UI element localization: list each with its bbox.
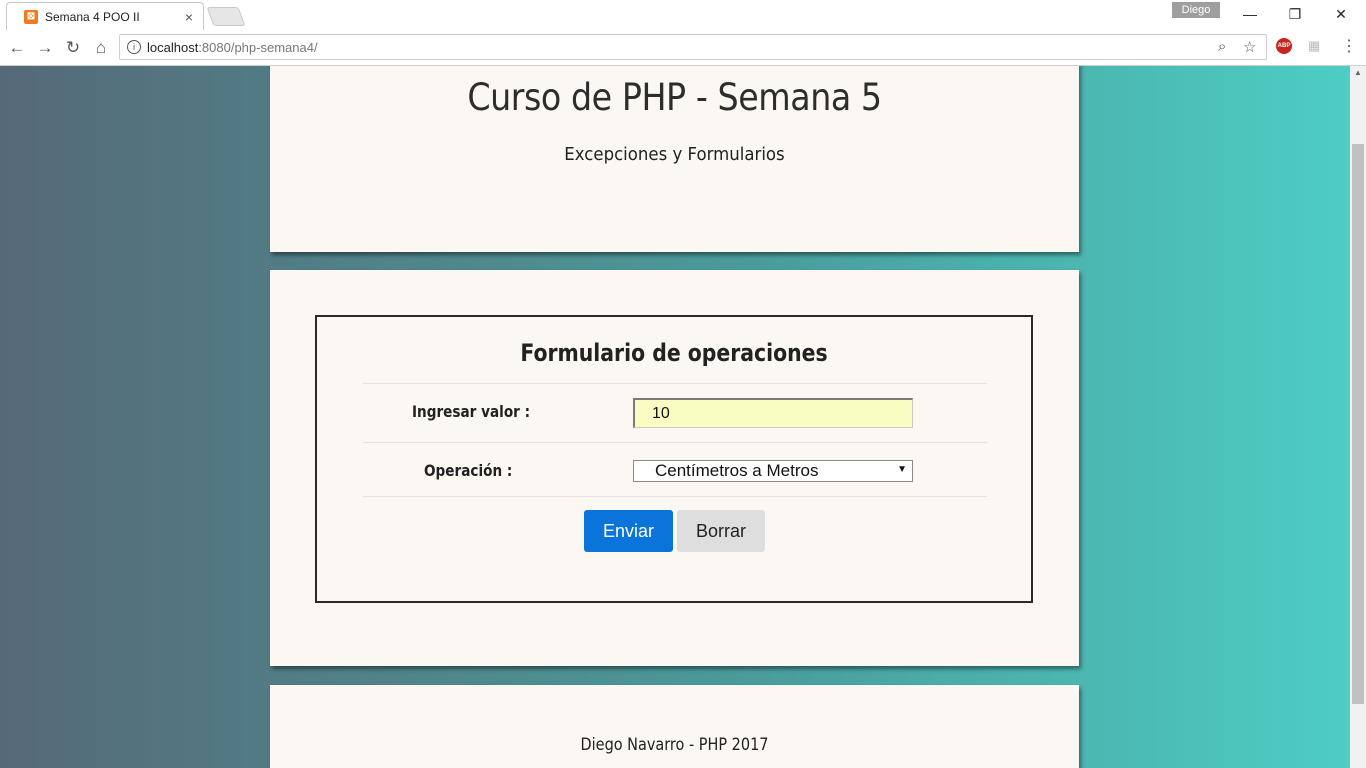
bookmark-star-icon[interactable]: ☆ — [1243, 38, 1256, 56]
header-card: Curso de PHP - Semana 5 Excepciones y Fo… — [270, 66, 1079, 252]
chevron-down-icon: ▼ — [897, 464, 907, 475]
operation-select[interactable]: Centímetros a Metros ▼ — [633, 460, 913, 482]
scroll-thumb[interactable] — [1352, 144, 1364, 704]
home-icon[interactable]: ⌂ — [90, 37, 112, 59]
url-host: localhost — [147, 40, 199, 55]
new-tab-button[interactable] — [206, 7, 246, 26]
page-title: Curso de PHP - Semana 5 — [467, 76, 882, 119]
scroll-up-arrow-icon[interactable]: ▲ — [1354, 68, 1362, 77]
minimize-button[interactable]: — — [1235, 4, 1265, 24]
operations-form: Formulario de operaciones Ingresar valor… — [315, 315, 1033, 603]
browser-tab[interactable]: ⊠ Semana 4 POO II × — [6, 2, 204, 30]
main-card: Formulario de operaciones Ingresar valor… — [270, 270, 1079, 666]
menu-kebab-icon[interactable]: ⋮ — [1341, 36, 1357, 56]
reload-icon[interactable]: ↻ — [62, 37, 84, 59]
value-input[interactable] — [633, 398, 913, 428]
forward-arrow-icon[interactable]: → — [34, 37, 56, 59]
value-label: Ingresar valor : — [412, 402, 531, 421]
zoom-icon[interactable]: ⌕ — [1218, 38, 1226, 55]
browser-tab-strip: ⊠ Semana 4 POO II × Diego — ❐ ✕ — [0, 0, 1366, 30]
footer-text: Diego Navarro - PHP 2017 — [580, 735, 769, 755]
adblock-plus-icon[interactable]: ABP — [1276, 38, 1292, 54]
close-window-button[interactable]: ✕ — [1326, 4, 1356, 24]
divider — [363, 496, 987, 497]
browser-toolbar: ← → ↻ ⌂ i localhost:8080/php-semana4/ ⌕ … — [0, 30, 1366, 66]
address-bar[interactable]: i localhost:8080/php-semana4/ ⌕ ☆ — [119, 34, 1267, 60]
restore-button[interactable]: ❐ — [1280, 4, 1310, 24]
page-subtitle: Excepciones y Formularios — [564, 144, 785, 165]
operation-label: Operación : — [424, 461, 513, 480]
page-viewport: Curso de PHP - Semana 5 Excepciones y Fo… — [0, 66, 1350, 768]
url-text[interactable]: localhost:8080/php-semana4/ — [147, 40, 318, 55]
form-title: Formulario de operaciones — [520, 339, 828, 367]
close-tab-icon[interactable]: × — [185, 9, 193, 25]
divider — [363, 442, 987, 443]
profile-badge[interactable]: Diego — [1172, 2, 1220, 18]
extension-icon[interactable]: ▦ — [1308, 38, 1320, 54]
info-icon[interactable]: i — [127, 40, 141, 54]
divider — [363, 383, 987, 384]
footer-card: Diego Navarro - PHP 2017 — [270, 685, 1079, 768]
clear-button[interactable]: Borrar — [677, 510, 765, 552]
url-path: :8080/php-semana4/ — [198, 40, 318, 55]
vertical-scrollbar[interactable]: ▲ — [1350, 66, 1366, 768]
xampp-icon: ⊠ — [24, 10, 38, 24]
back-arrow-icon[interactable]: ← — [6, 37, 28, 59]
operation-selected-value: Centímetros a Metros — [655, 461, 819, 480]
tab-title: Semana 4 POO II — [45, 10, 140, 24]
send-button[interactable]: Enviar — [584, 510, 673, 552]
